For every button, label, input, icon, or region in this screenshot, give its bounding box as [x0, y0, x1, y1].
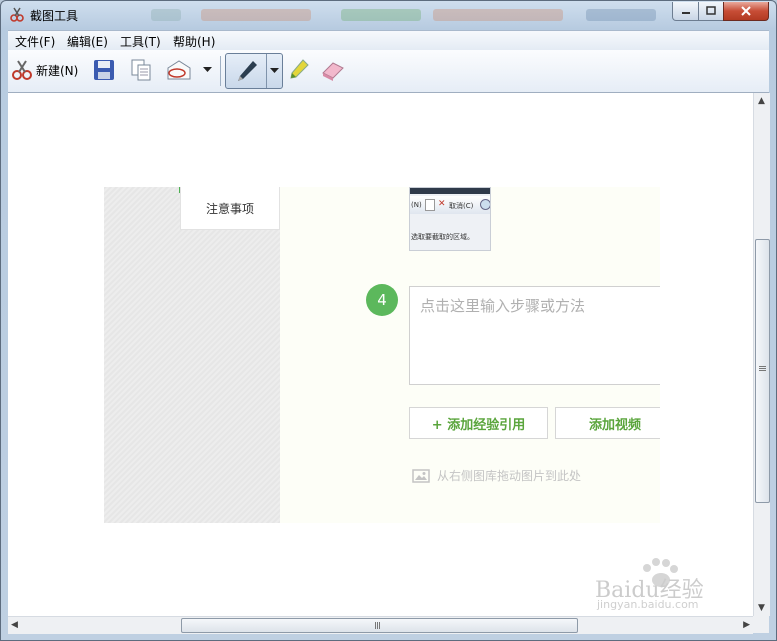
- add-citation-label: + 添加经验引用: [431, 417, 526, 433]
- horizontal-scrollbar[interactable]: ◀ ▶: [8, 616, 753, 634]
- chevron-down-icon[interactable]: [270, 68, 279, 74]
- vertical-scroll-thumb[interactable]: [755, 239, 770, 503]
- toolbar: 新建(N): [8, 50, 769, 93]
- save-button[interactable]: [92, 54, 116, 86]
- notice-tab-label: 注意事项: [205, 201, 254, 216]
- eraser-icon: [322, 62, 344, 81]
- scissors-app-icon: [9, 7, 25, 23]
- title-bar: 截图工具: [1, 1, 776, 29]
- copy-icon: [131, 59, 151, 81]
- send-dropdown-button[interactable]: [203, 54, 212, 86]
- blurred-taskbar-item: [586, 9, 656, 21]
- grip-lines: [759, 366, 766, 367]
- vertical-scrollbar[interactable]: ▲ ▼: [753, 93, 770, 616]
- blurred-taskbar-item: [341, 9, 421, 21]
- add-video-label: 添加视频: [588, 417, 641, 433]
- thumb-cancel-icon: ✕: [438, 199, 446, 209]
- thumb-text: 选取要截取的区域。: [411, 233, 474, 241]
- blurred-taskbar-item: [201, 9, 311, 21]
- window-title: 截图工具: [30, 9, 79, 23]
- pen-button[interactable]: [225, 53, 283, 89]
- envelope-icon: [167, 60, 191, 80]
- new-snip-label: 新建(N): [36, 63, 79, 78]
- blurred-taskbar-item: [151, 9, 181, 21]
- scissors-icon: [12, 60, 32, 80]
- thumb-text: (N): [411, 201, 422, 209]
- grip-lines: [375, 622, 376, 629]
- menu-bar: 文件(F) 编辑(E) 工具(T) 帮助(H): [8, 30, 769, 50]
- scroll-down-icon[interactable]: ▼: [758, 603, 765, 613]
- pen-icon: [238, 61, 257, 81]
- close-button[interactable]: [723, 2, 769, 21]
- scroll-up-icon[interactable]: ▲: [758, 96, 765, 106]
- blurred-taskbar-item: [433, 9, 563, 21]
- close-icon: [741, 6, 751, 16]
- notice-tab: 注意事项: [180, 187, 280, 230]
- minimize-icon: [681, 12, 690, 14]
- pen-split-divider: [266, 54, 267, 88]
- maximize-icon: [706, 6, 716, 15]
- add-citation-button: + 添加经验引用: [409, 407, 548, 439]
- drag-hint-text: 从右侧图库拖动图片到此处: [437, 469, 582, 483]
- captured-thumbnail: (N) ✕ 取消(C) 选取要截取的区域。: [409, 187, 491, 251]
- floppy-disk-icon: [94, 60, 114, 80]
- thumb-title-strip: [410, 188, 490, 194]
- resize-grip[interactable]: [753, 616, 769, 633]
- chevron-down-icon: [203, 67, 212, 72]
- new-snip-button[interactable]: 新建(N): [11, 54, 78, 86]
- snip-canvas: 注意事项 (N) ✕ 取消(C) 选取要截取的区域。 4 点击这里输入步骤或方法…: [8, 93, 753, 616]
- maximize-button[interactable]: [698, 2, 724, 21]
- captured-image: 注意事项 (N) ✕ 取消(C) 选取要截取的区域。 4 点击这里输入步骤或方法…: [104, 187, 660, 523]
- captured-sidebar: [104, 187, 280, 523]
- eraser-button[interactable]: [320, 54, 346, 86]
- menu-edit[interactable]: 编辑(E): [67, 33, 108, 50]
- step-number: 4: [377, 291, 387, 309]
- snipping-tool-window: 截图工具 文件(F) 编辑(E) 工具(T) 帮助(H) 新建(N) 注意事项 …: [0, 0, 777, 641]
- horizontal-scroll-thumb[interactable]: [181, 618, 578, 633]
- thumb-text: 取消(C): [449, 202, 474, 210]
- highlighter-button[interactable]: [287, 54, 311, 86]
- thumb-dropdown: [425, 199, 435, 211]
- drag-image-hint: 从右侧图库拖动图片到此处: [411, 467, 581, 484]
- step-number-badge: 4: [366, 284, 398, 316]
- menu-tools[interactable]: 工具(T): [120, 33, 161, 50]
- add-video-button: 添加视频: [555, 407, 660, 439]
- step-input: 点击这里输入步骤或方法: [409, 286, 660, 385]
- highlighter-icon: [290, 59, 309, 79]
- scroll-right-icon[interactable]: ▶: [743, 620, 750, 630]
- copy-button[interactable]: [129, 54, 153, 86]
- toolbar-separator: [220, 56, 221, 86]
- thumb-help-icon: [480, 199, 490, 210]
- watermark-url: jingyan.baidu.com: [597, 598, 699, 611]
- scroll-left-icon[interactable]: ◀: [11, 620, 18, 630]
- baidu-watermark: Baidu经验 jingyan.baidu.com: [595, 554, 745, 611]
- step-placeholder: 点击这里输入步骤或方法: [420, 297, 586, 315]
- menu-help[interactable]: 帮助(H): [173, 33, 215, 50]
- minimize-button[interactable]: [672, 2, 699, 21]
- image-icon: [412, 468, 430, 483]
- menu-file[interactable]: 文件(F): [15, 33, 55, 50]
- send-snip-button[interactable]: [165, 54, 193, 86]
